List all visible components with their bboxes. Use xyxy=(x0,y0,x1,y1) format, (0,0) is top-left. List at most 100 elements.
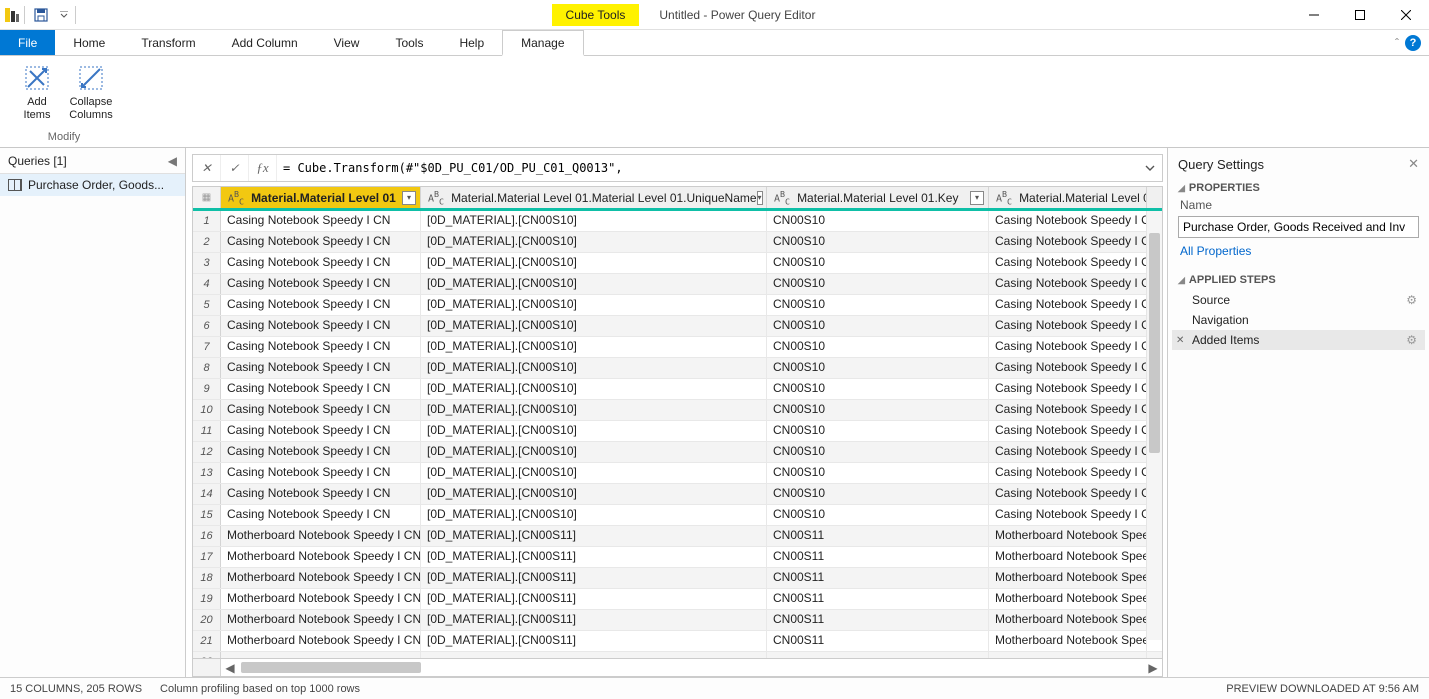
table-row[interactable]: 20Motherboard Notebook Speedy I CN[0D_MA… xyxy=(193,610,1162,631)
row-header[interactable]: 5 xyxy=(193,295,221,315)
table-row[interactable]: 3Casing Notebook Speedy I CN[0D_MATERIAL… xyxy=(193,253,1162,274)
cell[interactable]: CN00S11 xyxy=(767,568,989,588)
cell[interactable]: Casing Notebook Speedy I CN xyxy=(221,295,421,315)
cell[interactable]: [0D_MATERIAL].[CN00S10] xyxy=(421,358,767,378)
row-header[interactable]: 15 xyxy=(193,505,221,525)
cell[interactable]: [0D_MATERIAL].[CN00S11] xyxy=(421,526,767,546)
cell[interactable]: CN00S10 xyxy=(767,295,989,315)
table-row[interactable]: 13Casing Notebook Speedy I CN[0D_MATERIA… xyxy=(193,463,1162,484)
minimize-button[interactable] xyxy=(1291,0,1337,30)
query-name-input[interactable] xyxy=(1178,216,1419,238)
cell[interactable]: Motherboard Notebook Speedy I CN xyxy=(221,568,421,588)
row-header[interactable]: 21 xyxy=(193,631,221,651)
row-header[interactable]: 17 xyxy=(193,547,221,567)
row-header[interactable]: 14 xyxy=(193,484,221,504)
table-row[interactable]: 14Casing Notebook Speedy I CN[0D_MATERIA… xyxy=(193,484,1162,505)
cell[interactable]: Casing Notebook Speedy I CN xyxy=(989,442,1147,462)
table-row[interactable]: 18Motherboard Notebook Speedy I CN[0D_MA… xyxy=(193,568,1162,589)
row-header[interactable]: 1 xyxy=(193,211,221,231)
cell[interactable]: [0D_MATERIAL].[CN00S10] xyxy=(421,379,767,399)
table-row[interactable]: 22 xyxy=(193,652,1162,658)
collapse-columns-button[interactable]: Collapse Columns xyxy=(66,60,116,131)
row-header[interactable]: 13 xyxy=(193,463,221,483)
row-header[interactable]: 12 xyxy=(193,442,221,462)
column-header[interactable]: ABC Material.Material Level 01 ▾ xyxy=(221,187,421,208)
tab-transform[interactable]: Transform xyxy=(123,30,213,55)
cell[interactable]: Casing Notebook Speedy I CN xyxy=(221,505,421,525)
cell[interactable]: [0D_MATERIAL].[CN00S10] xyxy=(421,295,767,315)
cell[interactable]: [0D_MATERIAL].[CN00S10] xyxy=(421,484,767,504)
table-row[interactable]: 1Casing Notebook Speedy I CN[0D_MATERIAL… xyxy=(193,211,1162,232)
column-header[interactable]: ABC Material.Material Level 01.Material … xyxy=(421,187,767,208)
cell[interactable]: Casing Notebook Speedy I CN xyxy=(221,211,421,231)
cell[interactable]: Motherboard Notebook Speed xyxy=(989,526,1147,546)
cell[interactable]: Casing Notebook Speedy I CN xyxy=(221,232,421,252)
cell[interactable]: Casing Notebook Speedy I CN xyxy=(221,316,421,336)
help-icon[interactable]: ? xyxy=(1405,35,1421,51)
row-header[interactable]: 10 xyxy=(193,400,221,420)
cell[interactable]: Casing Notebook Speedy I CN xyxy=(221,337,421,357)
add-items-button[interactable]: Add Items xyxy=(12,60,62,131)
cell[interactable]: Casing Notebook Speedy I CN xyxy=(221,421,421,441)
cell[interactable]: Casing Notebook Speedy I CN xyxy=(221,442,421,462)
fx-icon[interactable]: ƒx xyxy=(249,155,277,181)
cell[interactable]: CN00S10 xyxy=(767,358,989,378)
tab-file[interactable]: File xyxy=(0,30,55,55)
cell[interactable]: Casing Notebook Speedy I CN xyxy=(221,463,421,483)
row-header[interactable]: 22 xyxy=(193,652,221,658)
scrollbar-thumb[interactable] xyxy=(241,662,421,673)
gear-icon[interactable]: ⚙ xyxy=(1406,333,1417,347)
cell[interactable]: [0D_MATERIAL].[CN00S10] xyxy=(421,421,767,441)
table-row[interactable]: 5Casing Notebook Speedy I CN[0D_MATERIAL… xyxy=(193,295,1162,316)
row-header[interactable]: 18 xyxy=(193,568,221,588)
cell[interactable]: Casing Notebook Speedy I CN xyxy=(989,316,1147,336)
row-header[interactable]: 11 xyxy=(193,421,221,441)
cell[interactable]: CN00S10 xyxy=(767,316,989,336)
step-navigation[interactable]: Navigation xyxy=(1172,310,1425,330)
cell[interactable]: Casing Notebook Speedy I CN xyxy=(221,379,421,399)
cell[interactable] xyxy=(421,652,767,658)
cell[interactable]: Casing Notebook Speedy I CN xyxy=(221,484,421,504)
commit-formula-button[interactable]: ✓ xyxy=(221,155,249,181)
close-pane-icon[interactable]: ✕ xyxy=(1408,156,1419,172)
cell[interactable]: Casing Notebook Speedy I CN xyxy=(989,379,1147,399)
cell[interactable]: Casing Notebook Speedy I CN xyxy=(221,274,421,294)
properties-section-header[interactable]: ◢ PROPERTIES xyxy=(1168,176,1429,196)
cell[interactable]: Motherboard Notebook Speed xyxy=(989,547,1147,567)
row-header[interactable]: 3 xyxy=(193,253,221,273)
tab-add-column[interactable]: Add Column xyxy=(214,30,316,55)
cell[interactable]: CN00S11 xyxy=(767,610,989,630)
cancel-formula-button[interactable]: ✕ xyxy=(193,155,221,181)
cell[interactable]: Casing Notebook Speedy I CN xyxy=(989,295,1147,315)
cell[interactable]: CN00S10 xyxy=(767,400,989,420)
cell[interactable]: [0D_MATERIAL].[CN00S10] xyxy=(421,316,767,336)
cell[interactable]: Casing Notebook Speedy I CN xyxy=(221,358,421,378)
cell[interactable]: Casing Notebook Speedy I CN xyxy=(989,358,1147,378)
row-header[interactable]: 20 xyxy=(193,610,221,630)
column-header[interactable]: ABC Material.Material Level 01.Key ▾ xyxy=(767,187,989,208)
cell[interactable]: Motherboard Notebook Speedy I CN xyxy=(221,631,421,651)
collapse-ribbon-icon[interactable]: ˆ xyxy=(1395,36,1399,50)
cell[interactable]: Casing Notebook Speedy I CN xyxy=(989,253,1147,273)
cell[interactable]: CN00S11 xyxy=(767,526,989,546)
cell[interactable]: Casing Notebook Speedy I CN xyxy=(221,253,421,273)
table-row[interactable]: 15Casing Notebook Speedy I CN[0D_MATERIA… xyxy=(193,505,1162,526)
cell[interactable]: [0D_MATERIAL].[CN00S11] xyxy=(421,568,767,588)
cell[interactable]: CN00S11 xyxy=(767,631,989,651)
cell[interactable]: [0D_MATERIAL].[CN00S11] xyxy=(421,547,767,567)
expand-formula-button[interactable] xyxy=(1138,163,1162,173)
tab-home[interactable]: Home xyxy=(55,30,123,55)
close-button[interactable] xyxy=(1383,0,1429,30)
queries-pane-header[interactable]: Queries [1] ◀ xyxy=(0,148,185,174)
cell[interactable]: CN00S10 xyxy=(767,253,989,273)
row-header[interactable]: 19 xyxy=(193,589,221,609)
cell[interactable]: CN00S10 xyxy=(767,442,989,462)
cell[interactable]: Casing Notebook Speedy I CN xyxy=(989,274,1147,294)
row-header[interactable]: 6 xyxy=(193,316,221,336)
row-header[interactable]: 16 xyxy=(193,526,221,546)
table-row[interactable]: 16Motherboard Notebook Speedy I CN[0D_MA… xyxy=(193,526,1162,547)
table-row[interactable]: 11Casing Notebook Speedy I CN[0D_MATERIA… xyxy=(193,421,1162,442)
cell[interactable]: [0D_MATERIAL].[CN00S10] xyxy=(421,211,767,231)
table-row[interactable]: 17Motherboard Notebook Speedy I CN[0D_MA… xyxy=(193,547,1162,568)
tab-tools[interactable]: Tools xyxy=(377,30,441,55)
